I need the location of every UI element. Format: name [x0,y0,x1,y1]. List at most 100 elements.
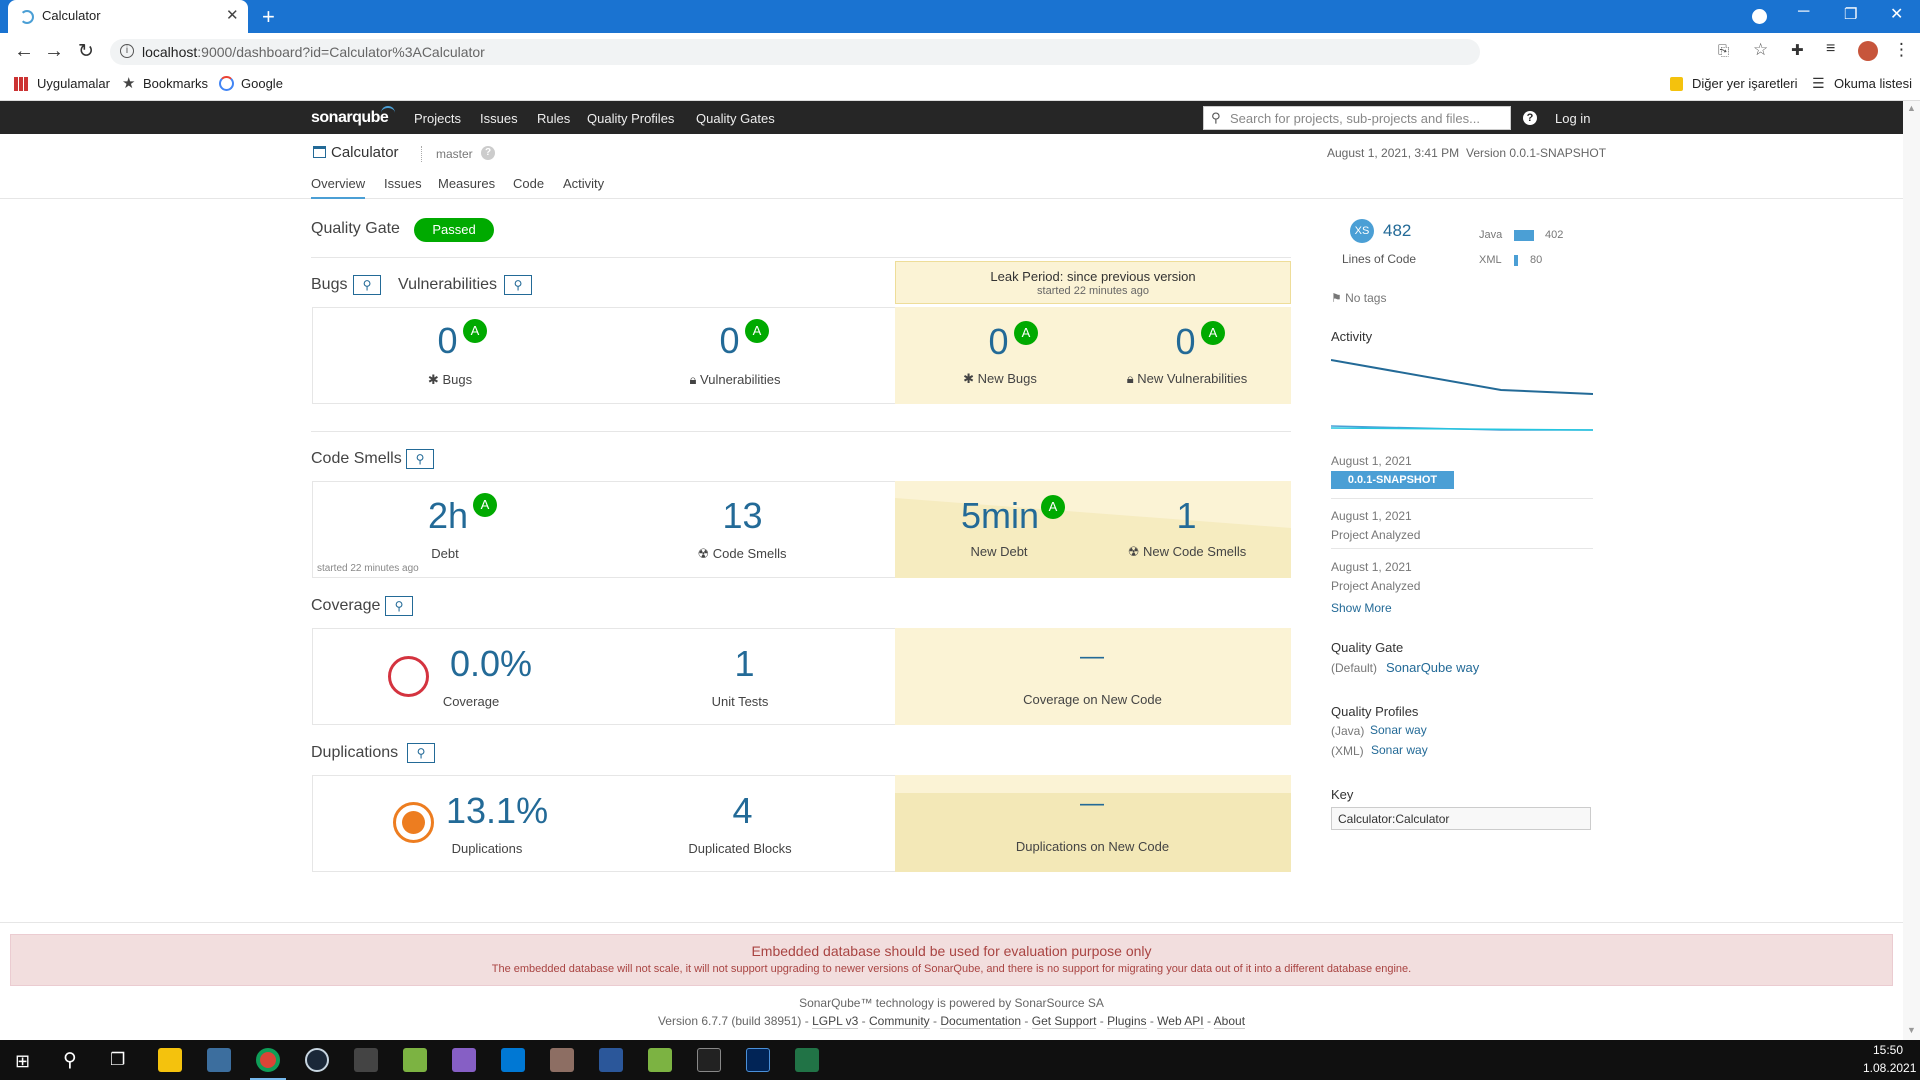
tab-code[interactable]: Code [513,176,544,191]
visual-studio-icon[interactable] [452,1048,476,1072]
tab-measures[interactable]: Measures [438,176,495,191]
new-bugs-rating[interactable]: A [1014,321,1038,345]
loc-value[interactable]: 482 [1383,221,1411,241]
tab-close-icon[interactable]: ✕ [226,6,239,24]
url-input[interactable]: i localhost:9000/dashboard?id=Calculator… [110,39,1480,65]
excel-icon[interactable] [795,1048,819,1072]
bookmark-apps[interactable]: Uygulamalar [37,76,110,91]
profile-avatar-icon[interactable] [1858,41,1878,61]
vscode-icon[interactable] [501,1048,525,1072]
nav-quality-gates[interactable]: Quality Gates [696,111,775,126]
bookmark-bookmarks[interactable]: Bookmarks [143,76,208,91]
dup-blocks-value[interactable]: 4 [720,790,765,832]
project-key-input[interactable]: Calculator:Calculator [1331,807,1591,830]
scroll-down-icon[interactable]: ▼ [1907,1025,1916,1035]
duplications-value[interactable]: 13.1% [446,790,548,832]
steam-icon[interactable] [305,1048,329,1072]
coverage-link-icon[interactable]: ⚲ [385,596,413,616]
clock-date[interactable]: 1.08.2021 [1863,1061,1916,1075]
duplications-label: Duplications [451,841,523,856]
bookmark-other[interactable]: Diğer yer işaretleri [1692,76,1797,91]
profile-java-link[interactable]: Sonar way [1370,723,1427,737]
unit-tests-value[interactable]: 1 [722,643,767,685]
translate-icon[interactable]: ⎘ [1718,42,1729,59]
forward-icon[interactable]: → [44,40,64,63]
app-icon[interactable] [207,1048,231,1072]
tab-overview[interactable]: Overview [311,176,366,199]
back-icon[interactable]: ← [14,40,34,63]
vulns-link-icon[interactable]: ⚲ [504,275,532,295]
footer-link-webapi[interactable]: Web API [1157,1014,1204,1029]
new-bug-icon: ✱ [963,371,978,386]
sonarqube-logo[interactable]: sonarqube [311,109,389,127]
coverage-label: Coverage [442,694,500,709]
powershell-icon[interactable] [746,1048,770,1072]
game-icon[interactable] [550,1048,574,1072]
bugs-link-icon[interactable]: ⚲ [353,275,381,295]
page-scrollbar[interactable]: ▲ ▼ [1903,101,1920,1040]
debt-rating[interactable]: A [473,493,497,517]
duplications-link-icon[interactable]: ⚲ [407,743,435,763]
login-link[interactable]: Log in [1555,111,1590,126]
footer-link-support[interactable]: Get Support [1031,1014,1097,1029]
browser-tab[interactable]: Calculator ✕ [8,0,248,33]
minimize-icon[interactable]: ─ [1798,3,1809,21]
bugs-rating[interactable]: A [463,319,487,343]
tool-icon[interactable] [354,1048,378,1072]
nav-issues[interactable]: Issues [480,111,518,126]
help-icon[interactable]: ? [1523,111,1537,125]
notepad-icon[interactable] [648,1048,672,1072]
coverage-value[interactable]: 0.0% [446,643,536,685]
tab-issues[interactable]: Issues [384,176,422,191]
footer-link-community[interactable]: Community [869,1014,930,1029]
quality-gate-link[interactable]: SonarQube way [1386,660,1479,675]
terminal-icon[interactable] [697,1048,721,1072]
task-view-icon[interactable]: ❐ [110,1050,125,1070]
extensions-icon[interactable]: ✚ [1791,41,1804,59]
bookmark-google[interactable]: Google [241,76,283,91]
new-debt-rating[interactable]: A [1041,495,1065,519]
new-debt-value[interactable]: 5min [955,495,1045,537]
tab-activity[interactable]: Activity [563,176,604,191]
smells-value[interactable]: 13 [720,495,765,537]
profile-menu-icon[interactable] [1752,9,1767,24]
event-date: August 1, 2021 [1331,454,1412,468]
footer-link-plugins[interactable]: Plugins [1107,1014,1147,1029]
footer-link-license[interactable]: LGPL v3 [812,1014,859,1029]
app-icon[interactable] [403,1048,427,1072]
folder-icon [1670,77,1683,91]
footer-link-docs[interactable]: Documentation [940,1014,1022,1029]
smells-link-icon[interactable]: ⚲ [406,449,434,469]
nav-rules[interactable]: Rules [537,111,570,126]
tags[interactable]: ⚑ No tags [1331,291,1386,305]
clock-time[interactable]: 15:50 [1873,1043,1903,1057]
taskbar-search-icon[interactable]: ⚲ [63,1049,77,1072]
debt-value[interactable]: 2h [418,495,478,537]
global-search-input[interactable]: ⚲ Search for projects, sub-projects and … [1203,106,1511,130]
windows-start-icon[interactable]: ⊞ [15,1051,30,1072]
reload-icon[interactable]: ↻ [78,40,94,63]
project-name[interactable]: Calculator [331,144,399,161]
bookmark-reading-list[interactable]: Okuma listesi [1834,76,1912,91]
activity-graph[interactable] [1331,350,1593,438]
vulns-rating[interactable]: A [745,319,769,343]
new-dup-label: Duplications on New Code [1015,839,1170,854]
new-smells-value[interactable]: 1 [1164,495,1209,537]
restore-icon[interactable]: ❐ [1844,5,1857,23]
file-explorer-icon[interactable] [158,1048,182,1072]
new-vulns-rating[interactable]: A [1201,321,1225,345]
scroll-up-icon[interactable]: ▲ [1907,103,1916,113]
branch-help-icon[interactable]: ? [481,146,495,160]
browser-menu-icon[interactable]: ⋮ [1893,40,1910,60]
word-icon[interactable] [599,1048,623,1072]
reading-list-icon[interactable]: ≡ [1826,40,1835,58]
new-tab-icon[interactable]: + [262,4,275,30]
chrome-icon[interactable] [256,1048,280,1072]
show-more-link[interactable]: Show More [1331,601,1392,615]
profile-xml-link[interactable]: Sonar way [1371,743,1428,757]
nav-quality-profiles[interactable]: Quality Profiles [587,111,674,126]
footer-link-about[interactable]: About [1213,1014,1246,1029]
star-icon[interactable]: ☆ [1753,40,1768,60]
close-window-icon[interactable]: ✕ [1890,4,1903,24]
nav-projects[interactable]: Projects [414,111,461,126]
